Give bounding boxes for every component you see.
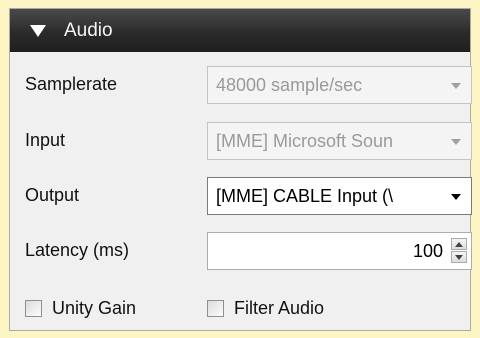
input-row: Input [MME] Microsoft Soun: [10, 121, 472, 161]
chevron-down-icon: [451, 139, 461, 145]
latency-value[interactable]: 100: [413, 241, 443, 262]
input-select[interactable]: [MME] Microsoft Soun: [207, 122, 472, 160]
output-row: Output [MME] CABLE Input (\: [10, 176, 472, 216]
samplerate-select[interactable]: 48000 sample/sec: [207, 66, 472, 104]
input-value: [MME] Microsoft Soun: [216, 131, 394, 151]
output-select[interactable]: [MME] CABLE Input (\: [207, 177, 472, 215]
chevron-down-icon: [451, 194, 461, 200]
latency-label: Latency (ms): [25, 240, 130, 260]
spin-down-icon: [455, 255, 463, 260]
chevron-down-icon: [451, 83, 461, 89]
unity-gain-label: Unity Gain: [52, 298, 137, 318]
spin-down-button[interactable]: [451, 251, 467, 263]
samplerate-row: Samplerate 48000 sample/sec: [10, 65, 472, 105]
latency-spinbox[interactable]: 100: [207, 232, 472, 270]
samplerate-value: 48000 sample/sec: [216, 75, 363, 95]
output-label: Output: [25, 185, 80, 205]
output-value: [MME] CABLE Input (\: [216, 186, 394, 206]
audio-panel: Audio Samplerate 48000 sample/sec Input …: [9, 8, 472, 331]
samplerate-label: Samplerate: [25, 74, 118, 94]
spin-up-button[interactable]: [451, 238, 467, 250]
input-label: Input: [25, 130, 66, 150]
spin-up-icon: [455, 242, 463, 247]
checkbox-box[interactable]: [207, 300, 224, 317]
filter-audio-checkbox[interactable]: Filter Audio: [207, 298, 324, 319]
checkbox-box[interactable]: [25, 300, 42, 317]
audio-section-header[interactable]: Audio: [10, 9, 470, 52]
section-title: Audio: [64, 19, 113, 41]
latency-row: Latency (ms) 100: [10, 231, 472, 271]
filter-audio-label: Filter Audio: [234, 298, 325, 318]
unity-gain-checkbox[interactable]: Unity Gain: [25, 298, 136, 319]
collapse-triangle-icon[interactable]: [30, 24, 46, 38]
